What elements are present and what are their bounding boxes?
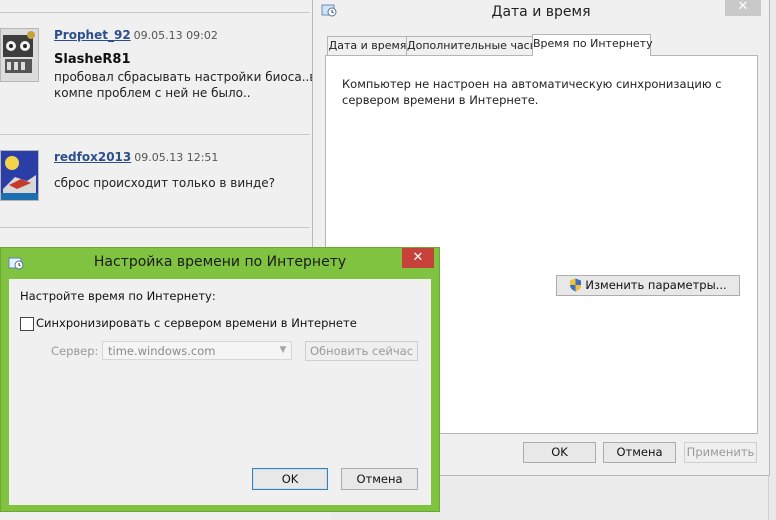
post-username-link[interactable]: Prophet_92 — [54, 28, 131, 42]
uac-shield-icon — [570, 278, 582, 292]
change-settings-label: Изменить параметры... — [585, 278, 727, 292]
tab-internet-time[interactable]: Время по Интернету — [532, 34, 653, 56]
dialog-title: Настройка времени по Интернету — [93, 254, 347, 270]
avatar[interactable] — [0, 150, 39, 201]
post-username-link[interactable]: redfox2013 — [54, 150, 131, 164]
sync-checkbox-label[interactable]: Синхронизировать с сервером времени в Ин… — [36, 316, 357, 330]
server-value: time.windows.com — [108, 344, 216, 358]
sync-status-text: Компьютер не настроен на автоматическую … — [342, 77, 722, 107]
post-header: Prophet_92 09.05.13 09:02 — [54, 28, 218, 42]
close-button[interactable]: ✕ — [402, 248, 434, 268]
cancel-button[interactable]: Отмена — [603, 442, 676, 463]
apply-button[interactable]: Применить — [684, 442, 757, 463]
tab-additional-clocks[interactable]: Дополнительные часы — [406, 36, 538, 55]
close-icon: ✕ — [737, 0, 749, 14]
change-settings-button[interactable]: Изменить параметры... — [556, 275, 740, 296]
ok-button[interactable]: OK — [252, 468, 328, 490]
avatar[interactable] — [0, 28, 39, 82]
sync-checkbox[interactable] — [20, 317, 34, 331]
server-label: Сервер: — [51, 344, 99, 358]
settings-prompt: Настройте время по Интернету: — [20, 289, 216, 303]
ok-button[interactable]: OK — [523, 442, 596, 463]
internet-time-settings-dialog: Настройка времени по Интернету ✕ Настрой… — [0, 247, 440, 512]
close-icon: ✕ — [412, 250, 424, 265]
post-date: 09.05.13 12:51 — [134, 151, 219, 164]
divider — [0, 12, 310, 13]
post-text-line: пробовал сбрасывать настройки биоса..вс — [54, 70, 323, 84]
tab-date-time[interactable]: Дата и время — [327, 36, 408, 55]
post-header: redfox2013 09.05.13 12:51 — [54, 150, 218, 164]
update-now-button[interactable]: Обновить сейчас — [305, 341, 418, 361]
post-text-line: сброс происходит только в винде? — [54, 176, 276, 190]
divider — [0, 227, 310, 228]
dialog-body: Настройте время по Интернету: Синхронизи… — [9, 279, 431, 505]
quoted-nick: SlasheR81 — [54, 52, 131, 67]
post-date: 09.05.13 09:02 — [133, 29, 218, 42]
chevron-down-icon: ▼ — [279, 345, 287, 355]
cancel-button[interactable]: Отмена — [341, 468, 418, 490]
close-button[interactable]: ✕ — [725, 0, 761, 16]
dialog-title: Дата и время — [491, 4, 591, 20]
divider — [0, 134, 310, 135]
post-text-line: компе проблем с ней не было.. — [54, 86, 251, 100]
server-dropdown[interactable]: time.windows.com ▼ — [102, 341, 292, 360]
